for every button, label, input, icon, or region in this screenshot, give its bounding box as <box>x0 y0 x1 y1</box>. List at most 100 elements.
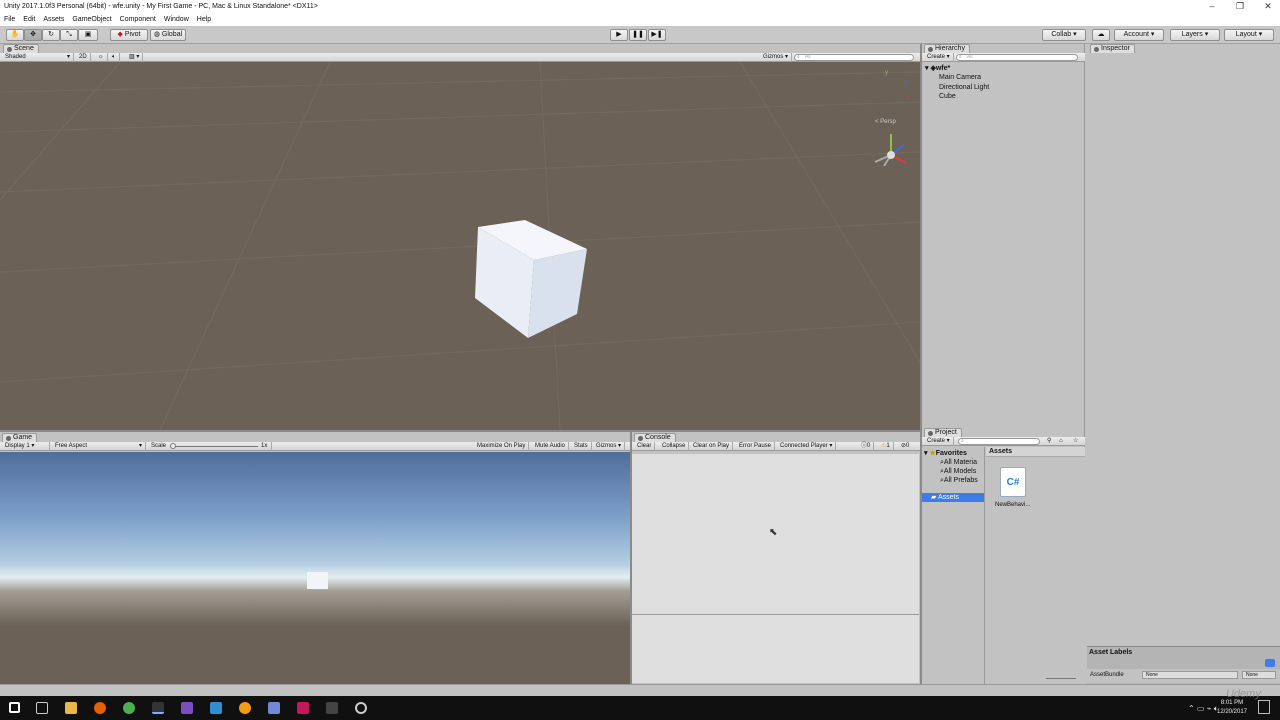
menu-help[interactable]: Help <box>193 14 215 26</box>
obs-icon[interactable] <box>355 702 367 714</box>
rotate-tool-button[interactable]: ↻ <box>42 29 60 41</box>
menu-edit[interactable]: Edit <box>19 14 39 26</box>
tab-console[interactable]: Console <box>634 433 676 442</box>
collapse-toggle[interactable]: Collapse <box>659 442 690 451</box>
jetbrains-icon[interactable] <box>297 702 309 714</box>
chrome-icon[interactable] <box>123 702 135 714</box>
scene-orientation-gizmo[interactable] <box>874 134 907 167</box>
menu-gameobject[interactable]: GameObject <box>68 14 115 26</box>
hand-tool-button[interactable]: ✋ <box>6 29 24 41</box>
hierarchy-search-input[interactable]: ⌕ All <box>956 54 1078 61</box>
scale-tool-button[interactable]: ⤡ <box>60 29 78 41</box>
favorite-all-prefabs[interactable]: ⌕All Prefabs <box>940 476 978 485</box>
move-tool-button[interactable]: ✥ <box>24 29 42 41</box>
maximize-on-play-toggle[interactable]: Maximize On Play <box>474 442 530 451</box>
csharp-script-icon[interactable]: C# <box>1000 467 1026 497</box>
play-button[interactable]: ▶ <box>610 29 628 41</box>
pivot-toggle[interactable]: ◆ Pivot <box>110 29 148 41</box>
hierarchy-create-dropdown[interactable]: Create ▾ <box>924 53 954 62</box>
menu-file[interactable]: File <box>0 14 19 26</box>
clear-on-play-toggle[interactable]: Clear on Play <box>690 442 734 451</box>
project-create-dropdown[interactable]: Create ▾ <box>924 437 954 446</box>
console-log-list[interactable]: ⬉ <box>632 454 919 683</box>
scale-thumb[interactable] <box>170 443 176 449</box>
console-detail-splitter[interactable] <box>632 614 919 615</box>
2d-toggle[interactable]: 2D <box>76 53 91 62</box>
stats-toggle[interactable]: Stats <box>571 442 592 451</box>
cube-mesh[interactable] <box>475 220 587 338</box>
menu-window[interactable]: Window <box>160 14 193 26</box>
error-pause-toggle[interactable]: Error Pause <box>736 442 776 451</box>
task-view-icon[interactable] <box>36 702 48 714</box>
gizmos-dropdown[interactable]: Gizmos ▾ <box>760 53 793 62</box>
global-toggle[interactable]: ◍ Global <box>150 29 186 41</box>
assets-folder[interactable]: ▰ Assets <box>922 493 984 502</box>
rect-tool-button[interactable]: ▣ <box>78 29 98 41</box>
scene-view[interactable]: y x z < Persp <box>0 62 920 430</box>
aspect-dropdown[interactable]: Free Aspect ▾ <box>52 442 146 451</box>
pivot-icon: ◆ <box>117 31 123 38</box>
shading-mode-dropdown[interactable]: Shaded ▾ <box>2 53 74 62</box>
effects-dropdown[interactable]: ▨ ▾ <box>126 53 144 62</box>
filter-type-button[interactable]: ⚲ <box>1044 437 1054 446</box>
system-clock[interactable]: 8:01 PM 12/20/2017 <box>1212 699 1252 717</box>
lighting-toggle[interactable]: ☼ <box>95 53 108 62</box>
tag-icon: ⌂ <box>1059 438 1063 444</box>
layers-dropdown[interactable]: Layers ▾ <box>1170 29 1220 41</box>
asset-bundle-dropdown[interactable]: None <box>1142 671 1238 679</box>
notifications-icon[interactable] <box>1258 700 1270 714</box>
scale-slider[interactable]: Scale 1x <box>148 442 272 451</box>
hierarchy-item-main-camera[interactable]: Main Camera <box>939 73 981 82</box>
tab-project[interactable]: Project <box>924 428 962 437</box>
scene-search-input[interactable]: ⌕ All <box>794 54 914 61</box>
persp-label[interactable]: < Persp <box>875 119 896 125</box>
visual-studio-icon[interactable] <box>181 702 193 714</box>
tab-hierarchy[interactable]: Hierarchy <box>924 44 970 53</box>
menu-assets[interactable]: Assets <box>39 14 68 26</box>
game-gizmos-dropdown[interactable]: Gizmos ▾ <box>593 442 626 451</box>
firefox-icon[interactable] <box>94 702 106 714</box>
favorite-button[interactable]: ☆ <box>1070 437 1081 446</box>
cloud-button[interactable]: ☁ <box>1092 29 1110 41</box>
hierarchy-item-cube[interactable]: Cube <box>939 92 956 101</box>
icon-size-slider[interactable] <box>1046 678 1076 679</box>
tab-game[interactable]: Game <box>2 433 38 442</box>
windows-start-icon[interactable] <box>9 702 20 713</box>
console-clear-button[interactable]: Clear <box>634 442 656 451</box>
log-filter-toggle[interactable]: ⓘ0 <box>858 442 875 451</box>
minimize-button[interactable]: – <box>1198 0 1226 14</box>
pause-button[interactable]: ❚❚ <box>629 29 647 41</box>
blender-icon[interactable] <box>239 702 251 714</box>
favorites-label: Favorites <box>935 450 967 457</box>
warning-filter-toggle[interactable]: ⚠1 <box>878 442 894 451</box>
collab-button[interactable]: Collab ▾ <box>1042 29 1086 41</box>
hierarchy-scene-root[interactable]: ▾ ◈wfe* <box>925 64 950 73</box>
menu-component[interactable]: Component <box>116 14 160 26</box>
tab-inspector[interactable]: Inspector <box>1090 44 1135 53</box>
tab-scene[interactable]: Scene <box>3 44 39 53</box>
vscode-icon[interactable] <box>210 702 222 714</box>
connected-player-dropdown[interactable]: Connected Player ▾ <box>777 442 837 451</box>
display-dropdown[interactable]: Display 1 ▾ <box>2 442 50 451</box>
mute-audio-toggle[interactable]: Mute Audio <box>532 442 570 451</box>
gamepad-icon[interactable] <box>326 702 338 714</box>
unity-taskbar-icon[interactable] <box>152 702 164 714</box>
error-filter-toggle[interactable]: ⊘0 <box>898 442 912 451</box>
restore-button[interactable]: ❐ <box>1226 0 1254 14</box>
label-tag-icon[interactable] <box>1265 659 1275 667</box>
layout-dropdown[interactable]: Layout ▾ <box>1224 29 1274 41</box>
favorite-all-models[interactable]: ⌕All Models <box>940 467 976 476</box>
favorites-folder[interactable]: ▾ ★Favorites <box>924 449 967 458</box>
account-dropdown[interactable]: Account ▾ <box>1114 29 1164 41</box>
file-explorer-icon[interactable] <box>65 702 77 714</box>
favorite-all-materials[interactable]: ⌕All Materia <box>940 458 977 467</box>
game-view[interactable] <box>0 452 630 684</box>
discord-icon[interactable] <box>268 702 280 714</box>
asset-variant-dropdown[interactable]: None <box>1242 671 1276 679</box>
filter-label-button[interactable]: ⌂ <box>1056 437 1066 446</box>
project-search-input[interactable]: ⌕ <box>958 438 1040 445</box>
audio-toggle[interactable]: 🔈︎ <box>109 53 120 62</box>
close-button[interactable]: ✕ <box>1254 0 1280 14</box>
step-button[interactable]: ▶❚ <box>648 29 666 41</box>
hierarchy-item-directional-light[interactable]: Directional Light <box>939 83 989 92</box>
